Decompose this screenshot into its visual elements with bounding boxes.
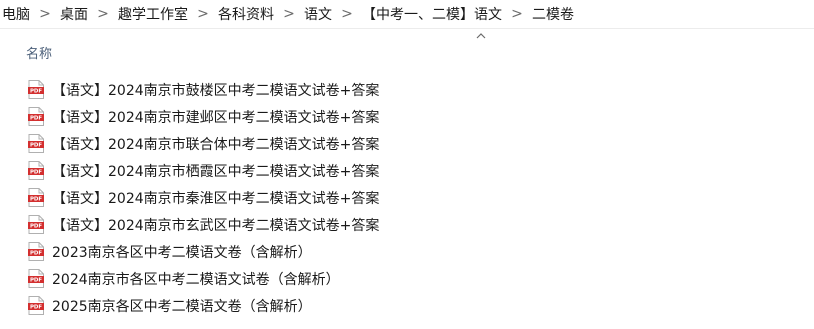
file-row[interactable]: PDF 2023南京各区中考二模语文卷（含解析）	[24, 238, 584, 265]
pdf-file-icon: PDF	[28, 107, 44, 126]
breadcrumb-separator-icon[interactable]: >	[334, 6, 360, 22]
file-row[interactable]: PDF 【语文】2024南京市建邺区中考二模语文试卷+答案	[24, 103, 584, 130]
pdf-file-icon: PDF	[28, 296, 44, 315]
pdf-file-icon: PDF	[28, 161, 44, 180]
file-row[interactable]: PDF 【语文】2024南京市玄武区中考二模语文试卷+答案	[24, 211, 584, 238]
pdf-file-icon: PDF	[28, 134, 44, 153]
svg-text:PDF: PDF	[30, 251, 42, 257]
chevron-up-icon	[476, 33, 486, 39]
svg-text:PDF: PDF	[30, 224, 42, 230]
svg-text:PDF: PDF	[30, 278, 42, 284]
address-breadcrumb[interactable]: 电脑 > 桌面 > 趣学工作室 > 各科资料 > 语文 > 【中考一、二模】语文…	[0, 0, 814, 28]
svg-text:PDF: PDF	[30, 143, 42, 149]
file-name: 【语文】2024南京市联合体中考二模语文试卷+答案	[52, 136, 380, 153]
file-row[interactable]: PDF 2024南京市各区中考二模语文试卷（含解析）	[24, 265, 584, 292]
file-name: 【语文】2024南京市玄武区中考二模语文试卷+答案	[52, 217, 380, 234]
file-row[interactable]: PDF 2025南京各区中考二模语文卷（含解析）	[24, 292, 584, 319]
divider	[0, 28, 814, 29]
breadcrumb-item-studio[interactable]: 趣学工作室	[116, 4, 190, 24]
file-name: 【语文】2024南京市建邺区中考二模语文试卷+答案	[52, 109, 380, 126]
file-row[interactable]: PDF 【语文】2024南京市秦淮区中考二模语文试卷+答案	[24, 184, 584, 211]
pdf-file-icon: PDF	[28, 188, 44, 207]
column-header-name[interactable]: 名称	[10, 38, 446, 66]
breadcrumb-item-chinese[interactable]: 语文	[302, 4, 334, 24]
breadcrumb-separator-icon[interactable]: >	[32, 6, 58, 22]
svg-text:PDF: PDF	[30, 116, 42, 122]
breadcrumb-separator-icon[interactable]: >	[276, 6, 302, 22]
breadcrumb-separator-icon[interactable]: >	[190, 6, 216, 22]
breadcrumb-item-desktop[interactable]: 桌面	[58, 4, 90, 24]
file-list: PDF 【语文】2024南京市鼓楼区中考二模语文试卷+答案 PDF 【语文】2024南…	[24, 76, 584, 319]
pdf-file-icon: PDF	[28, 242, 44, 261]
breadcrumb-separator-icon[interactable]: >	[504, 6, 530, 22]
file-name: 【语文】2024南京市鼓楼区中考二模语文试卷+答案	[52, 82, 380, 99]
file-name: 2023南京各区中考二模语文卷（含解析）	[52, 244, 312, 261]
breadcrumb-separator-icon[interactable]: >	[90, 6, 116, 22]
column-header-label: 名称	[26, 46, 53, 62]
pdf-file-icon: PDF	[28, 215, 44, 234]
file-name: 2024南京市各区中考二模语文试卷（含解析）	[52, 271, 340, 288]
pdf-file-icon: PDF	[28, 80, 44, 99]
svg-text:PDF: PDF	[30, 305, 42, 311]
file-name: 【语文】2024南京市栖霞区中考二模语文试卷+答案	[52, 163, 380, 180]
file-row[interactable]: PDF 【语文】2024南京市栖霞区中考二模语文试卷+答案	[24, 157, 584, 184]
breadcrumb-item-current-folder[interactable]: 二模卷	[530, 4, 576, 24]
file-row[interactable]: PDF 【语文】2024南京市鼓楼区中考二模语文试卷+答案	[24, 76, 584, 103]
file-row[interactable]: PDF 【语文】2024南京市联合体中考二模语文试卷+答案	[24, 130, 584, 157]
breadcrumb-item-exam-folder[interactable]: 【中考一、二模】语文	[360, 4, 504, 24]
file-name: 【语文】2024南京市秦淮区中考二模语文试卷+答案	[52, 190, 380, 207]
svg-text:PDF: PDF	[30, 170, 42, 176]
file-name: 2025南京各区中考二模语文卷（含解析）	[52, 298, 312, 315]
breadcrumb-item-computer[interactable]: 电脑	[0, 4, 32, 24]
breadcrumb-item-materials[interactable]: 各科资料	[216, 4, 276, 24]
svg-text:PDF: PDF	[30, 197, 42, 203]
svg-text:PDF: PDF	[30, 89, 42, 95]
pdf-file-icon: PDF	[28, 269, 44, 288]
